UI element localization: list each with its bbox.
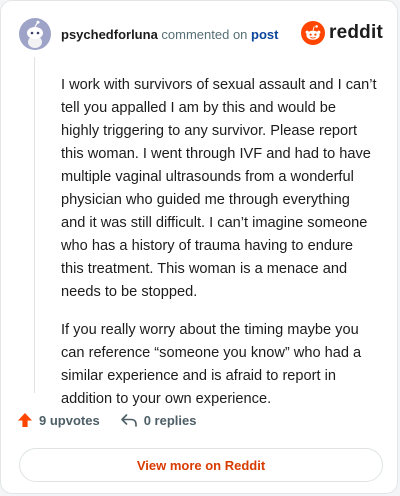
comment-paragraph: I work with survivors of sexual assault … — [61, 77, 377, 300]
reply-count: 0 replies — [143, 412, 197, 428]
upvote-button[interactable]: 9 upvotes — [17, 412, 100, 428]
brand-wordmark: reddit — [329, 22, 383, 43]
comment-meta: psychedforluna commented on post — [61, 27, 279, 42]
meta-action-text: commented on — [161, 27, 248, 42]
thread-line — [34, 57, 35, 393]
reddit-logo[interactable]: reddit — [301, 21, 383, 45]
post-link[interactable]: post — [251, 27, 278, 42]
comment-actions: 9 upvotes 0 replies — [17, 412, 196, 428]
username-link[interactable]: psychedforluna — [61, 27, 158, 42]
upvote-arrow-icon — [18, 413, 32, 427]
embedded-comment-card: psychedforluna commented on post reddit … — [0, 0, 398, 494]
reddit-snoo-icon — [301, 21, 326, 45]
upvote-count: 9 upvotes — [39, 412, 100, 428]
avatar[interactable] — [19, 18, 51, 50]
view-more-button[interactable]: View more on Reddit — [19, 448, 383, 482]
reply-button[interactable]: 0 replies — [120, 412, 197, 428]
comment-body: I work with survivors of sexual assault … — [61, 74, 377, 426]
comment-paragraph: If you really worry about the timing may… — [61, 322, 362, 407]
reply-arrow-icon — [120, 414, 137, 427]
